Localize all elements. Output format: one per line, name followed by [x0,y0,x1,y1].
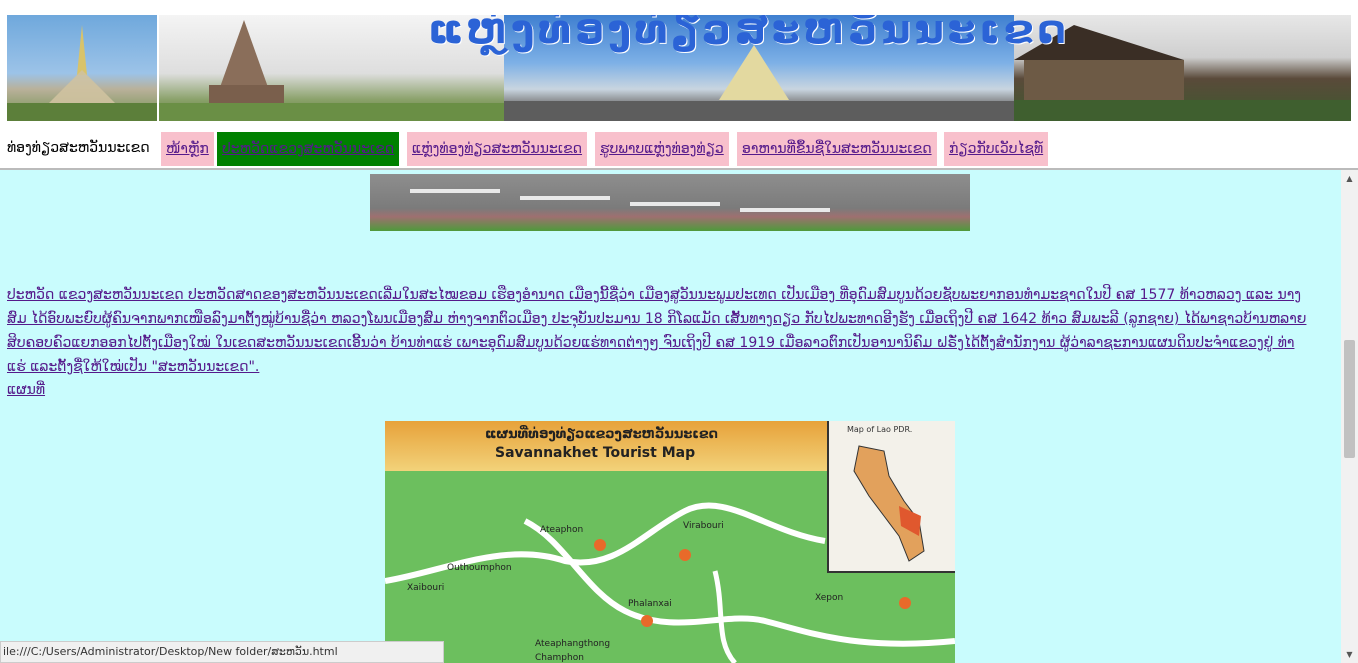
monument-illustration [7,25,157,121]
nav-gallery-link[interactable]: ຮູບພາບແຫຼ່ງທ່ອງທ່ຽວ [595,132,729,166]
nav-history-link[interactable]: ປະຫວັດແຂວງສະຫວັນນະເຂດ [217,132,400,166]
main-nav: ທ່ອງທ່ຽວສະຫວັນນະເຂດ ໜ້າຫຼັກ ປະຫວັດແຂວງສະ… [0,130,1358,168]
site-name-label: ທ່ອງທ່ຽວສະຫວັນນະເຂດ [7,140,150,156]
map-link[interactable]: ແຜນທີ່ [7,382,45,398]
map-place-label: Ateaphon [540,525,584,535]
tourist-map-image: ແຜນທີ່ທ່ອງທ່ຽວແຂວງສະຫວັນນະເຂດ Savannakhe… [385,421,955,663]
page-content: ປະຫວັດ ແຂວງສະຫວັນນະເຂດ ປະຫວັດສາດຂອງສະຫວັ… [0,170,1341,663]
scroll-down-icon[interactable]: ▼ [1341,646,1358,663]
nav-attractions-link[interactable]: ແຫຼ່ງທ່ອງທ່ຽວສະຫວັນນະເຂດ [407,132,588,166]
nav-about-link[interactable]: ກ່ຽວກັບເວັບໄຊທ໌ [944,132,1049,166]
map-place-label: Outhoumphon [447,563,512,573]
monument-photo [7,15,157,121]
map-place-label: Xepon [815,593,844,603]
nav-food-link[interactable]: ອາຫານທີ່ຂຶ້ນຊື່ໃນສະຫວັນນະເຂດ [737,132,937,166]
map-place-label: Xaibouri [407,583,445,593]
nav-home-link[interactable]: ໜ້າຫຼັກ [161,132,214,166]
history-paragraph[interactable]: ປະຫວັດ ແຂວງສະຫວັນນະເຂດ ປະຫວັດສາດຂອງສະຫວັ… [7,283,1307,379]
status-bar-url: ile:///C:/Users/Administrator/Desktop/Ne… [0,641,444,663]
scrollbar-thumb[interactable] [1344,340,1355,458]
map-place-label: Champhon [535,653,584,663]
vertical-scrollbar[interactable]: ▲ ▼ [1341,170,1358,663]
banner-collage: ແຫຼ່ງທ່ອງທ່ຽວສະຫວັນນະເຂດ [159,15,1351,121]
scroll-up-icon[interactable]: ▲ [1341,170,1358,187]
road-photo [370,174,970,231]
map-roads [385,502,955,663]
map-place-label: Ateaphangthong [535,639,611,649]
header-banner: ແຫຼ່ງທ່ອງທ່ຽວສະຫວັນນະເຂດ [0,0,1358,130]
banner-title: ແຫຼ່ງທ່ອງທ່ຽວສະຫວັນນະເຂດ [427,15,1071,53]
map-place-label: Phalanxai [628,599,672,609]
map-place-label: Virabouri [683,521,724,531]
